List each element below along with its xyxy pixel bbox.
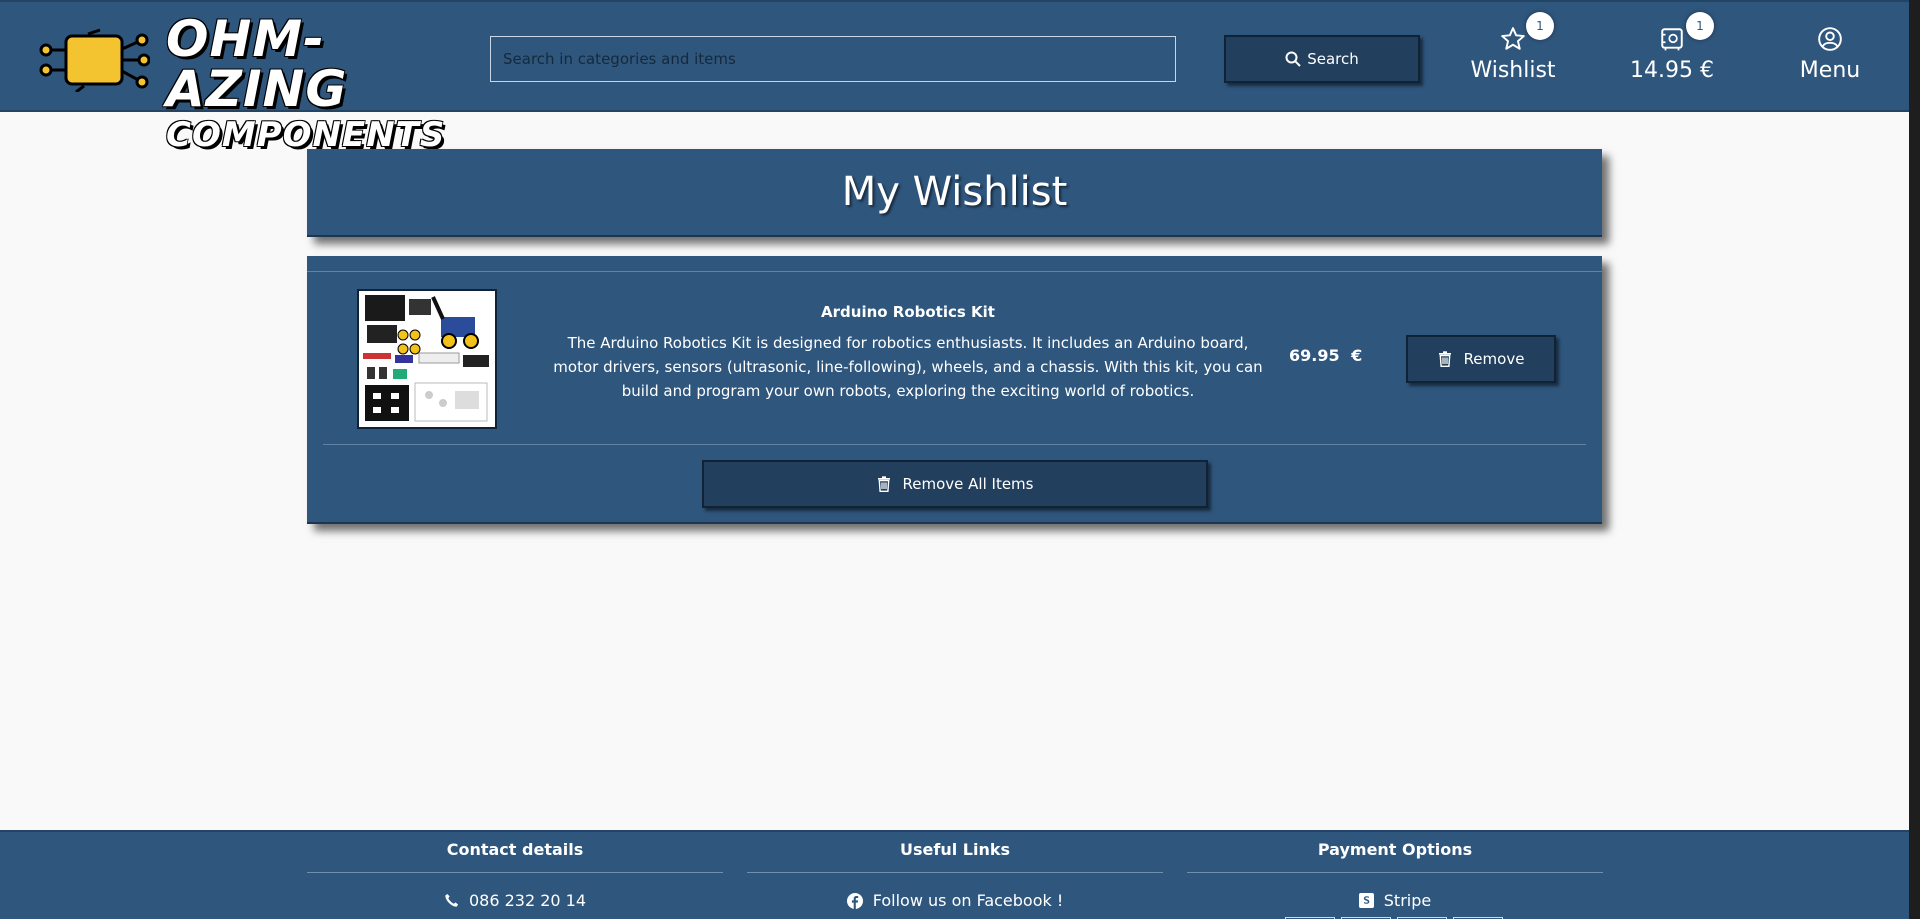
star-icon bbox=[1501, 27, 1525, 50]
logo-text: OHM-AZING COMPONENTS bbox=[166, 14, 445, 152]
divider bbox=[747, 872, 1163, 873]
wishlist-count-badge: 1 bbox=[1526, 12, 1554, 40]
wishlist-link[interactable]: Wishlist 1 bbox=[1468, 12, 1558, 96]
stripe-label: Stripe bbox=[1383, 891, 1432, 910]
search-icon bbox=[1285, 51, 1301, 67]
remove-all-label: Remove All Items bbox=[902, 475, 1034, 493]
search-button-label: Search bbox=[1307, 50, 1359, 68]
menu-button[interactable]: Menu bbox=[1788, 20, 1872, 96]
wishlist-item: Arduino Robotics Kit The Arduino Robotic… bbox=[307, 272, 1602, 444]
scrollbar-track[interactable] bbox=[1909, 0, 1920, 919]
page: OHM-AZING COMPONENTS Search Wishlist 1 bbox=[0, 0, 1909, 919]
phone-link[interactable]: 086 232 20 14 bbox=[307, 891, 723, 910]
footer-payment-heading: Payment Options bbox=[1317, 840, 1473, 859]
site-footer: Contact details 086 232 20 14 Useful Lin… bbox=[0, 830, 1909, 919]
item-price: 69.95 € bbox=[1289, 346, 1363, 365]
footer-contact-heading: Contact details bbox=[446, 840, 584, 859]
chip-logo-icon bbox=[39, 28, 150, 92]
phone-icon bbox=[445, 893, 459, 907]
menu-label: Menu bbox=[1799, 58, 1861, 83]
remove-button-label: Remove bbox=[1463, 350, 1525, 368]
search-input[interactable] bbox=[490, 36, 1176, 82]
wishlist-title-card: My Wishlist bbox=[307, 149, 1602, 237]
stripe-option: Stripe bbox=[1187, 891, 1603, 910]
footer-payment-column: Payment Options Stripe bbox=[1187, 832, 1603, 910]
user-icon bbox=[1818, 27, 1842, 51]
facebook-link-label: Follow us on Facebook ! bbox=[872, 891, 1064, 910]
item-details: Arduino Robotics Kit The Arduino Robotic… bbox=[547, 303, 1269, 403]
trash-icon bbox=[1438, 351, 1451, 367]
remove-all-items-button[interactable]: Remove All Items bbox=[702, 460, 1208, 508]
facebook-link[interactable]: Follow us on Facebook ! bbox=[747, 891, 1163, 910]
site-header: OHM-AZING COMPONENTS Search Wishlist 1 bbox=[0, 0, 1909, 152]
cart-link[interactable]: 14.95 € 1 bbox=[1620, 12, 1724, 96]
facebook-icon bbox=[846, 892, 863, 909]
cart-count-badge: 1 bbox=[1686, 12, 1714, 40]
product-thumbnail[interactable] bbox=[357, 289, 497, 429]
robotics-kit-image bbox=[359, 291, 495, 427]
divider bbox=[1187, 872, 1603, 873]
wishlist-card: Arduino Robotics Kit The Arduino Robotic… bbox=[307, 256, 1602, 524]
divider bbox=[307, 872, 723, 873]
phone-number: 086 232 20 14 bbox=[468, 891, 587, 910]
trash-icon bbox=[877, 476, 890, 492]
item-description: The Arduino Robotics Kit is designed for… bbox=[553, 334, 1263, 400]
search-button[interactable]: Search bbox=[1224, 35, 1420, 83]
logo-line-1: OHM-AZING bbox=[166, 10, 348, 118]
site-logo[interactable]: OHM-AZING COMPONENTS bbox=[38, 12, 444, 152]
cart-icon bbox=[1661, 28, 1683, 51]
page-title: My Wishlist bbox=[841, 169, 1068, 215]
footer-links-column: Useful Links Follow us on Facebook ! bbox=[747, 832, 1163, 910]
logo-line-2: COMPONENTS bbox=[166, 115, 446, 155]
divider bbox=[323, 444, 1586, 445]
item-name[interactable]: Arduino Robotics Kit bbox=[547, 303, 1269, 321]
remove-item-button[interactable]: Remove bbox=[1406, 335, 1556, 383]
wishlist-label: Wishlist bbox=[1470, 58, 1556, 83]
cart-total: 14.95 € bbox=[1630, 58, 1714, 83]
footer-links-heading: Useful Links bbox=[899, 840, 1010, 859]
footer-contact-column: Contact details 086 232 20 14 bbox=[307, 832, 723, 910]
stripe-icon bbox=[1358, 893, 1374, 908]
